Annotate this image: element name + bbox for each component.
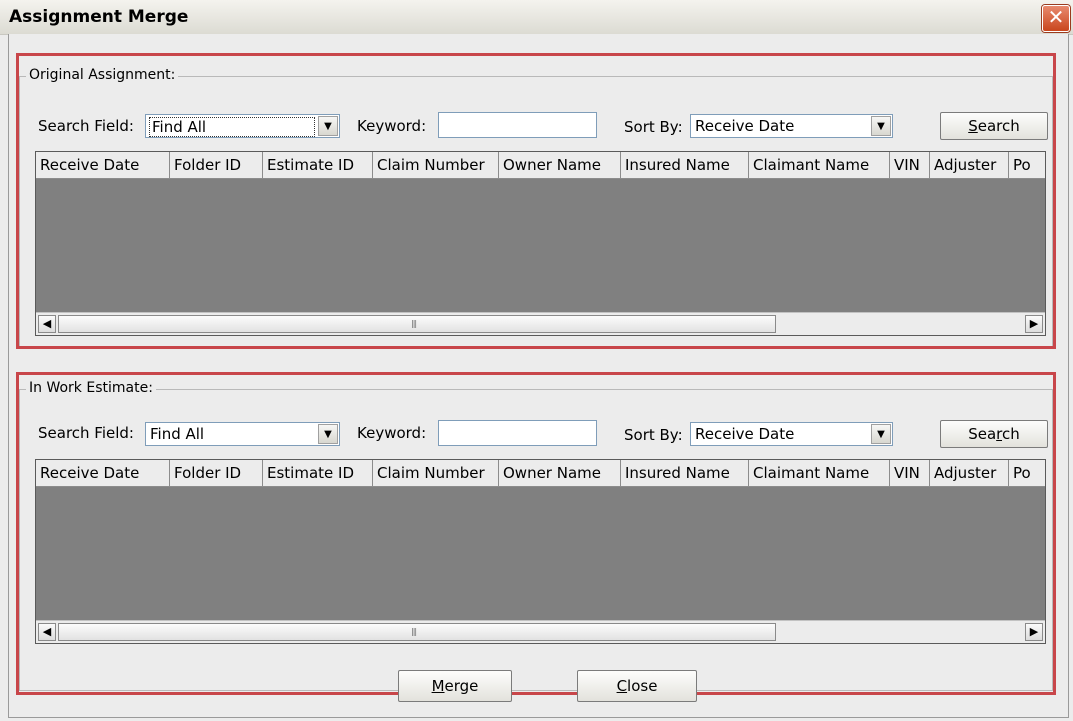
original-search-field-select[interactable]: Find All ▼ (145, 114, 340, 138)
scroll-right-icon[interactable]: ▶ (1025, 315, 1043, 333)
column-header[interactable]: VIN (890, 460, 930, 486)
original-grid-header: Receive Date Folder ID Estimate ID Claim… (36, 152, 1045, 179)
assignment-merge-window: Assignment Merge ✕ Original Assignment: … (0, 0, 1073, 721)
merge-accelerator: M (431, 677, 445, 695)
column-header[interactable]: Claimant Name (749, 152, 890, 178)
inwork-grid-header: Receive Date Folder ID Estimate ID Claim… (36, 460, 1045, 487)
in-work-estimate-legend: In Work Estimate: (26, 380, 156, 396)
search-button-text-post: earch (977, 117, 1020, 135)
scroll-left-icon[interactable]: ◀ (38, 623, 56, 641)
inwork-search-field-value: Find All (150, 425, 205, 443)
merge-button-text: erge (444, 677, 479, 695)
close-button-text: lose (627, 677, 658, 695)
original-sort-by-label: Sort By: (624, 118, 683, 136)
merge-button[interactable]: Merge (398, 670, 512, 702)
column-header[interactable]: Estimate ID (263, 460, 373, 486)
original-search-field-label: Search Field: (38, 117, 134, 135)
original-assignment-legend: Original Assignment: (26, 67, 179, 83)
column-header[interactable]: Adjuster (930, 460, 1009, 486)
grip-icon: ||| (411, 627, 417, 636)
column-header[interactable]: Folder ID (170, 152, 263, 178)
column-header[interactable]: Claim Number (373, 152, 499, 178)
search-button-text-post: ch (1002, 425, 1020, 443)
inwork-keyword-label: Keyword: (357, 424, 427, 442)
column-header[interactable]: Owner Name (499, 152, 621, 178)
scroll-right-icon[interactable]: ▶ (1025, 623, 1043, 641)
chevron-down-icon[interactable]: ▼ (871, 424, 891, 444)
column-header[interactable]: Insured Name (621, 152, 749, 178)
inwork-search-field-label: Search Field: (38, 424, 134, 442)
column-header[interactable]: VIN (890, 152, 930, 178)
inwork-search-button[interactable]: Search (940, 420, 1048, 448)
inwork-horizontal-scrollbar[interactable]: ◀ ||| ▶ (36, 620, 1045, 643)
column-header[interactable]: Insured Name (621, 460, 749, 486)
original-search-button[interactable]: Search (940, 112, 1048, 140)
close-window-icon[interactable]: ✕ (1042, 5, 1070, 32)
chevron-down-icon[interactable]: ▼ (318, 424, 338, 444)
window-title: Assignment Merge (9, 7, 189, 27)
column-header[interactable]: Owner Name (499, 460, 621, 486)
title-bar[interactable]: Assignment Merge ✕ (0, 0, 1073, 35)
chevron-down-icon[interactable]: ▼ (871, 116, 891, 136)
original-search-field-value: Find All (149, 117, 315, 137)
scroll-left-icon[interactable]: ◀ (38, 315, 56, 333)
original-horizontal-scrollbar[interactable]: ◀ ||| ▶ (36, 312, 1045, 335)
scrollbar-thumb[interactable]: ||| (58, 315, 776, 333)
column-header[interactable]: Folder ID (170, 460, 263, 486)
scrollbar-thumb[interactable]: ||| (58, 623, 776, 641)
original-keyword-input[interactable] (438, 112, 597, 138)
in-work-estimate-grid[interactable]: Receive Date Folder ID Estimate ID Claim… (35, 459, 1046, 644)
column-header[interactable]: Estimate ID (263, 152, 373, 178)
original-assignment-grid[interactable]: Receive Date Folder ID Estimate ID Claim… (35, 151, 1046, 336)
column-header[interactable]: Po (1009, 152, 1045, 178)
close-button[interactable]: Close (577, 670, 697, 702)
close-accelerator: C (616, 677, 628, 695)
inwork-keyword-input[interactable] (438, 420, 597, 446)
original-sort-by-value: Receive Date (695, 117, 795, 135)
column-header[interactable]: Receive Date (36, 460, 170, 486)
chevron-down-icon[interactable]: ▼ (318, 116, 338, 136)
original-sort-by-select[interactable]: Receive Date ▼ (690, 114, 893, 138)
original-keyword-label: Keyword: (357, 117, 427, 135)
search-button-accelerator: S (968, 117, 978, 135)
inwork-search-field-select[interactable]: Find All ▼ (145, 422, 340, 446)
inwork-sort-by-value: Receive Date (695, 425, 795, 443)
column-header[interactable]: Po (1009, 460, 1045, 486)
inwork-sort-by-select[interactable]: Receive Date ▼ (690, 422, 893, 446)
column-header[interactable]: Adjuster (930, 152, 1009, 178)
search-button-text-pre: Sea (968, 425, 997, 443)
inwork-sort-by-label: Sort By: (624, 426, 683, 444)
grip-icon: ||| (411, 319, 417, 328)
column-header[interactable]: Receive Date (36, 152, 170, 178)
column-header[interactable]: Claim Number (373, 460, 499, 486)
column-header[interactable]: Claimant Name (749, 460, 890, 486)
